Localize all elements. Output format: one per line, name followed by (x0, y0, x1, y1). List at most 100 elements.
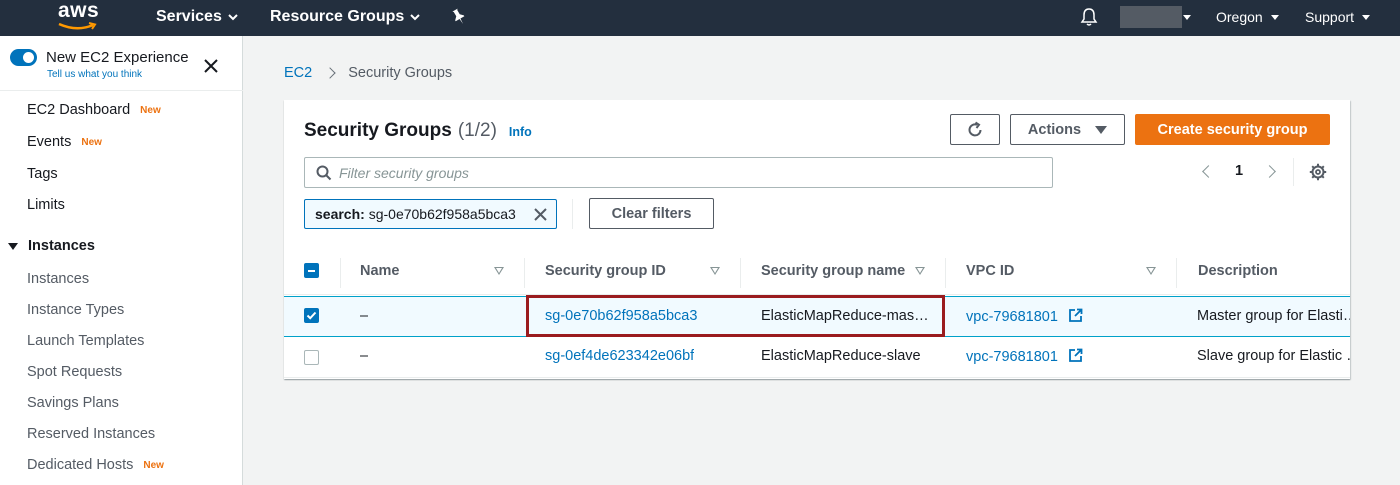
sidebar-item-label: Launch Templates (27, 333, 145, 349)
chevron-down-icon (228, 13, 238, 20)
column-header-security-group-name[interactable]: Security group name (761, 263, 905, 279)
sidebar-item-launch-templates[interactable]: Launch Templates (27, 333, 144, 349)
caret-down-icon (8, 242, 18, 250)
vpc-id-cell: vpc-79681801 (966, 348, 1083, 365)
chevron-right-icon (324, 67, 336, 79)
column-divider (945, 258, 946, 288)
sidebar-item-label: Savings Plans (27, 395, 119, 411)
experience-title: New EC2 Experience (46, 49, 189, 66)
cell-description: Master group for Elasti… (1197, 308, 1350, 324)
sidebar-item-label: Instances (27, 271, 90, 287)
new-experience-toggle[interactable] (10, 49, 37, 66)
sidebar-divider (0, 90, 243, 91)
sort-icon[interactable] (915, 267, 925, 275)
previous-page-icon[interactable] (1202, 164, 1215, 178)
info-link[interactable]: Info (509, 125, 532, 139)
sort-icon[interactable] (710, 267, 720, 275)
column-divider (340, 258, 341, 288)
support-label: Support (1305, 9, 1355, 25)
region-caret-icon (1270, 14, 1279, 20)
caret-down-icon (1095, 125, 1108, 134)
filter-token-value: sg-0e70b62f958a5bca3 (368, 206, 516, 222)
breadcrumb-ec2-link[interactable]: EC2 (284, 65, 312, 81)
resource-groups-label: Resource Groups (270, 8, 405, 25)
column-divider (1176, 258, 1177, 288)
row-checkbox[interactable] (304, 308, 319, 323)
column-header-security-group-id[interactable]: Security group ID (545, 263, 666, 279)
sort-icon[interactable] (494, 267, 504, 275)
page-title: Security Groups (1/2) Info (304, 120, 532, 142)
column-header-vpc-id[interactable]: VPC ID (966, 263, 1014, 279)
new-badge: New (143, 459, 164, 471)
divider (572, 199, 573, 229)
column-header-description[interactable]: Description (1198, 263, 1278, 279)
account-caret-icon (1183, 15, 1191, 20)
table-row[interactable]: – sg-0ef4de623342e06bf ElasticMapReduce-… (284, 337, 1350, 378)
vpc-id-cell: vpc-79681801 (966, 308, 1083, 325)
support-menu[interactable]: Support (1305, 9, 1371, 25)
search-input[interactable] (339, 163, 1039, 183)
sidebar-section-instances[interactable]: Instances (8, 238, 95, 254)
external-link-icon[interactable] (1068, 348, 1083, 363)
panel-title-text: Security Groups (304, 120, 452, 141)
refresh-icon (968, 121, 982, 136)
region-menu[interactable]: Oregon (1216, 9, 1279, 25)
bell-icon[interactable] (1080, 7, 1098, 27)
create-label: Create security group (1157, 121, 1308, 138)
sidebar-item-instance-types[interactable]: Instance Types (27, 302, 124, 318)
new-badge: New (81, 136, 102, 148)
checkmark-icon (306, 311, 317, 320)
aws-logo-text: aws (58, 0, 100, 22)
filter-token: search: sg-0e70b62f958a5bca3 (304, 199, 557, 229)
vpc-id-link[interactable]: vpc-79681801 (966, 309, 1058, 325)
sidebar-item-tags[interactable]: Tags (27, 166, 58, 182)
annotation-highlight-box (526, 295, 945, 337)
pin-icon[interactable] (451, 8, 467, 26)
sidebar-item-ec2-dashboard[interactable]: EC2 Dashboard New (27, 102, 161, 118)
table-header: Name Security group ID Security group na… (284, 251, 1350, 295)
next-page-icon[interactable] (1263, 164, 1276, 178)
sidebar-item-spot-requests[interactable]: Spot Requests (27, 364, 122, 380)
cell-description: Slave group for Elastic … (1197, 348, 1350, 364)
sidebar-item-label: Spot Requests (27, 364, 123, 380)
services-menu[interactable]: Services (156, 8, 238, 26)
breadcrumb-current: Security Groups (348, 65, 453, 81)
feedback-link[interactable]: Tell us what you think (47, 69, 142, 80)
sidebar-item-label: EC2 Dashboard (27, 102, 131, 118)
sidebar-item-instances[interactable]: Instances (27, 271, 89, 287)
refresh-button[interactable] (950, 114, 1000, 145)
vpc-id-link[interactable]: vpc-79681801 (966, 349, 1058, 365)
filter-token-key: search: (315, 206, 365, 222)
security-group-id-link[interactable]: sg-0ef4de623342e06bf (545, 348, 694, 364)
sidebar: New EC2 Experience Tell us what you thin… (0, 36, 243, 485)
security-groups-panel: Security Groups (1/2) Info Actions Creat… (284, 100, 1350, 379)
search-icon (316, 165, 332, 181)
sidebar-item-label: Tags (27, 166, 58, 182)
close-icon[interactable] (202, 57, 220, 75)
close-icon[interactable] (533, 207, 548, 222)
column-header-name[interactable]: Name (360, 263, 400, 279)
select-all-checkbox[interactable] (304, 263, 319, 278)
actions-label: Actions (1027, 121, 1082, 138)
services-label: Services (156, 8, 222, 25)
sidebar-item-events[interactable]: Events New (27, 134, 102, 150)
clear-filters-button[interactable]: Clear filters (589, 198, 714, 229)
sidebar-item-limits[interactable]: Limits (27, 197, 65, 213)
gear-icon[interactable] (1309, 163, 1327, 181)
aws-logo[interactable]: aws (56, 0, 102, 33)
actions-button[interactable]: Actions (1010, 114, 1125, 145)
external-link-icon[interactable] (1068, 308, 1083, 323)
resource-groups-menu[interactable]: Resource Groups (270, 8, 420, 26)
page-number[interactable]: 1 (1235, 163, 1243, 179)
sidebar-item-savings-plans[interactable]: Savings Plans (27, 395, 119, 411)
row-checkbox[interactable] (304, 350, 319, 365)
sidebar-item-dedicated-hosts[interactable]: Dedicated Hosts New (27, 457, 164, 473)
filter-search-box[interactable] (304, 157, 1053, 188)
create-security-group-button[interactable]: Create security group (1135, 114, 1330, 145)
sidebar-section-label: Instances (28, 238, 95, 254)
account-menu[interactable] (1120, 6, 1182, 28)
sidebar-item-reserved-instances[interactable]: Reserved Instances (27, 426, 155, 442)
sort-icon[interactable] (1146, 267, 1156, 275)
clear-filters-label: Clear filters (611, 205, 692, 222)
new-badge: New (140, 104, 161, 116)
